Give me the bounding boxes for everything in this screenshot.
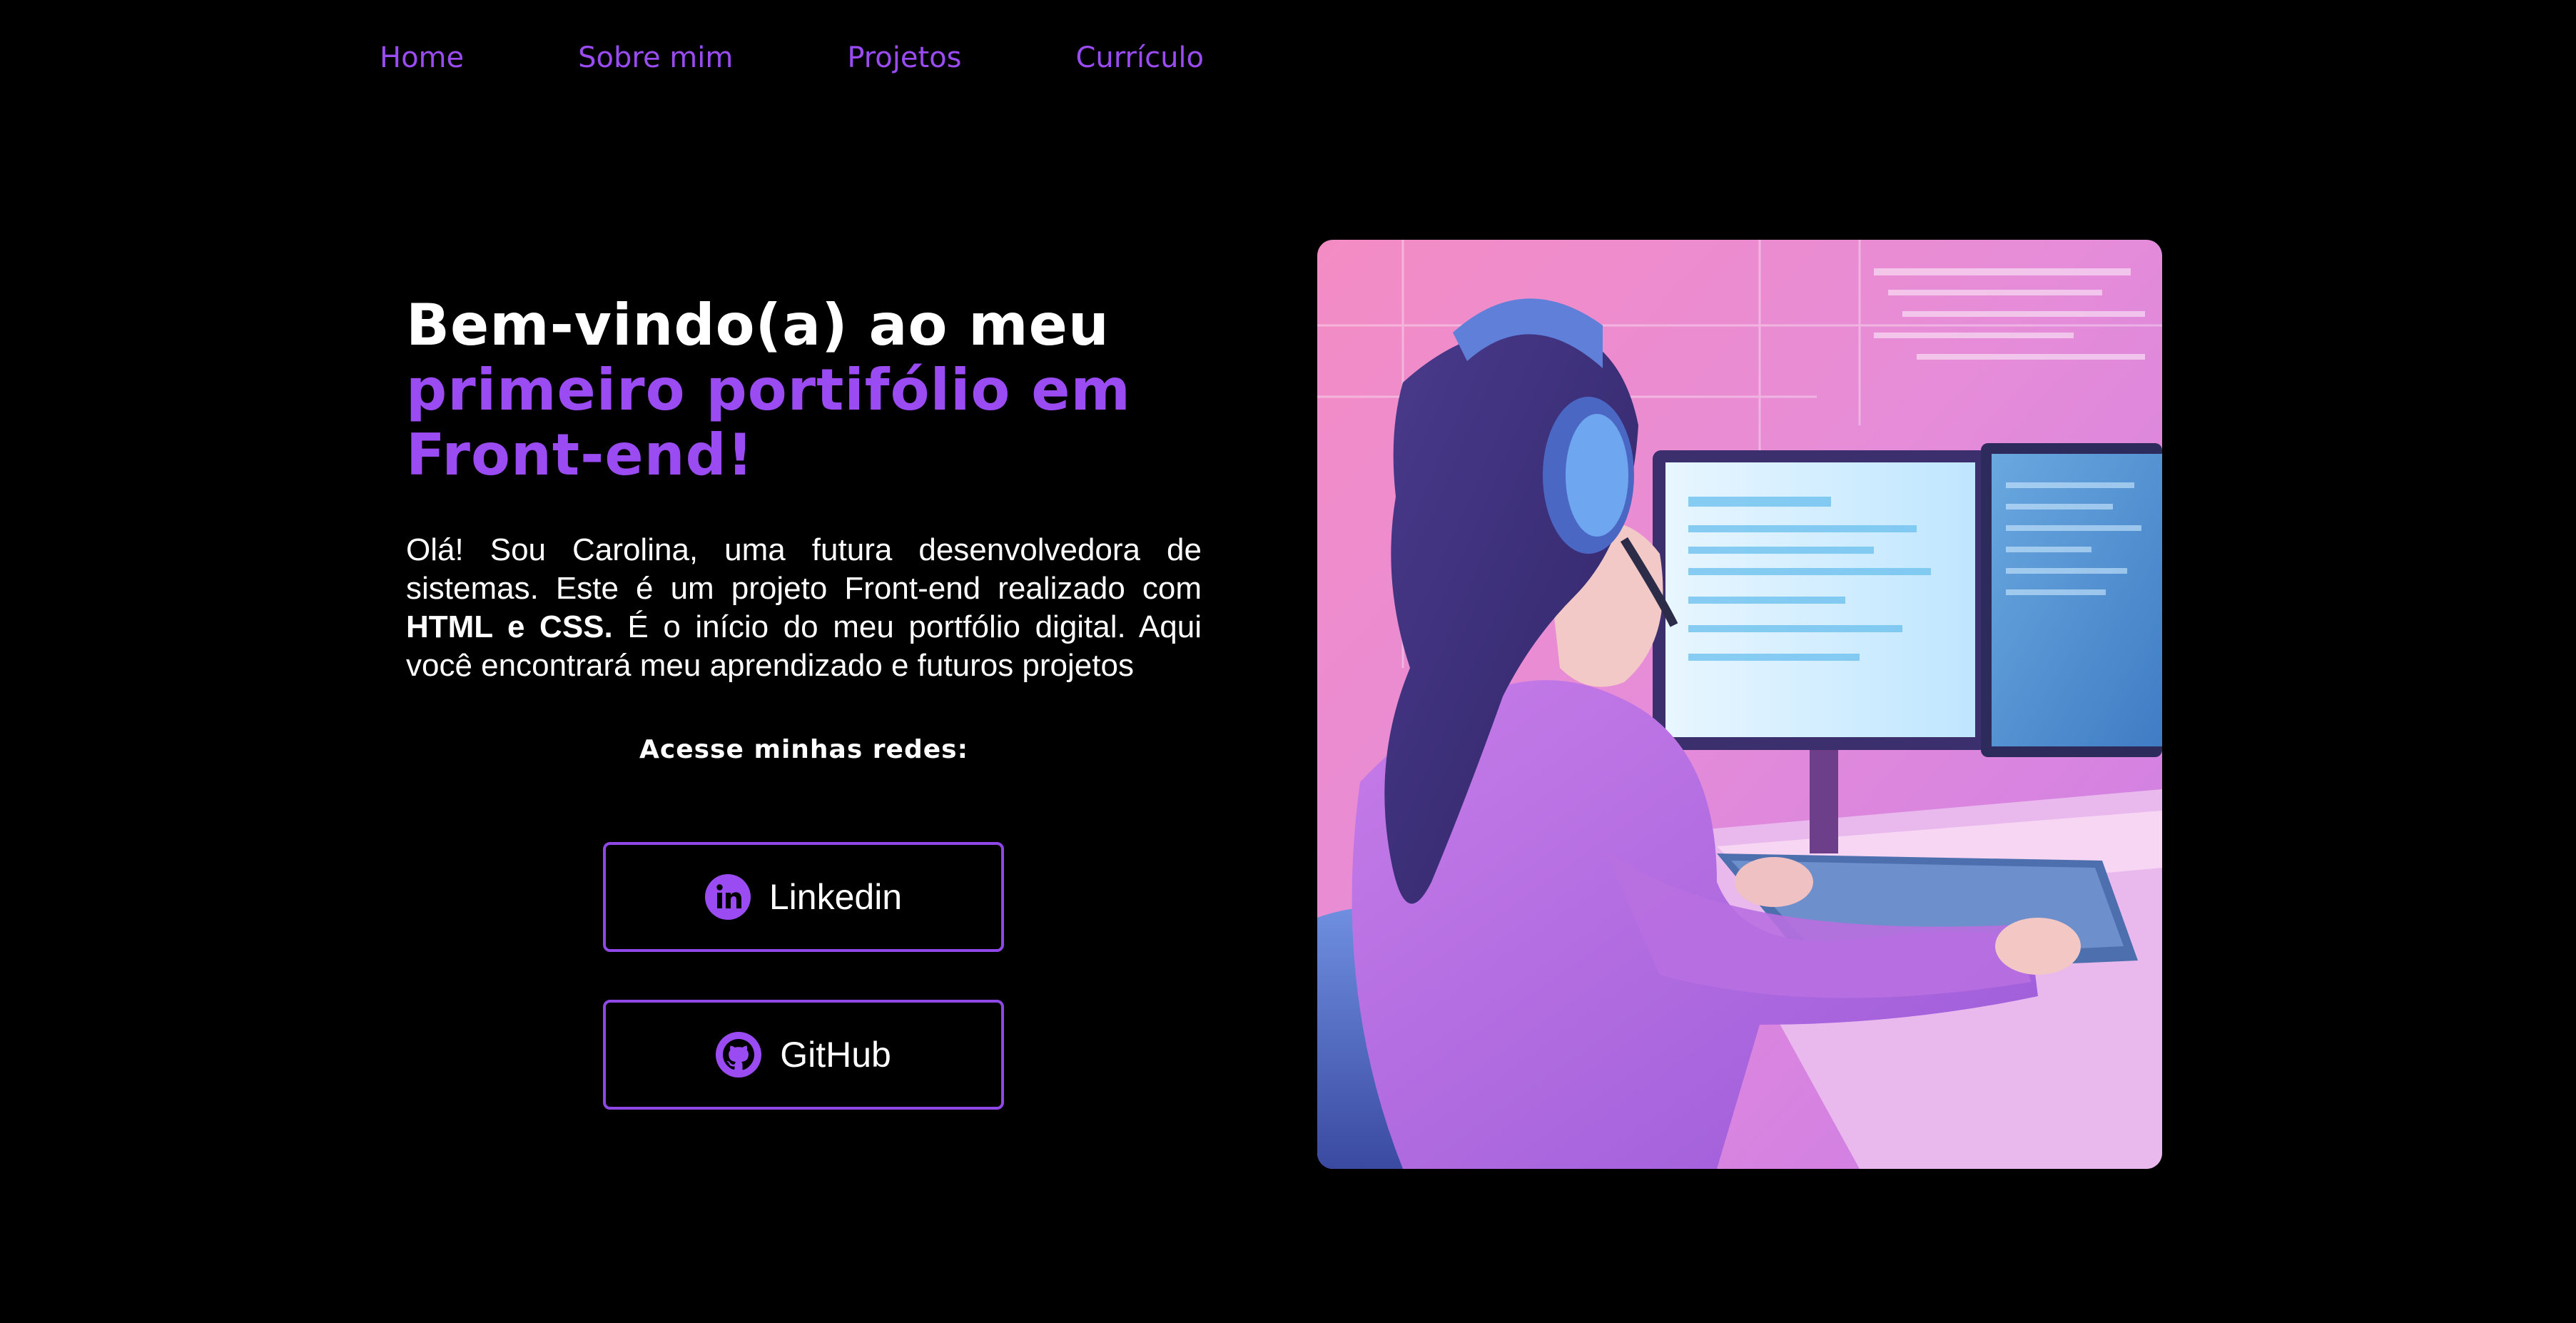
girl-at-computer-image [1317,240,2162,1169]
intro-tech-highlight: HTML e CSS. [406,609,613,644]
github-icon [716,1032,762,1078]
intro-text-1: Olá! Sou Carolina, uma futura desenvolve… [406,532,1202,606]
nav-projects-link[interactable]: Projetos [847,41,961,74]
linkedin-icon [704,874,751,920]
github-button[interactable]: GitHub [603,1000,1004,1110]
nav-resume-link[interactable]: Currículo [1076,41,1205,74]
page-title: Bem-vindo(a) ao meu primeiro portifólio … [406,293,1202,487]
github-label: GitHub [780,1035,891,1075]
hero-illustration [1317,240,2162,1169]
social-heading: Acesse minhas redes: [639,735,968,764]
main-nav: Home Sobre mim Projetos Currículo [380,41,1204,74]
linkedin-label: Linkedin [769,877,903,917]
intro-paragraph: Olá! Sou Carolina, uma futura desenvolve… [406,531,1202,685]
nav-home-link[interactable]: Home [380,41,464,74]
title-line-1: Bem-vindo(a) ao meu [406,292,1110,358]
linkedin-button[interactable]: Linkedin [603,842,1004,952]
hero-section: Bem-vindo(a) ao meu primeiro portifólio … [406,293,1202,764]
nav-about-link[interactable]: Sobre mim [578,41,733,74]
title-line-2: primeiro portifólio em [406,357,1131,423]
title-line-3: Front-end! [406,422,754,488]
